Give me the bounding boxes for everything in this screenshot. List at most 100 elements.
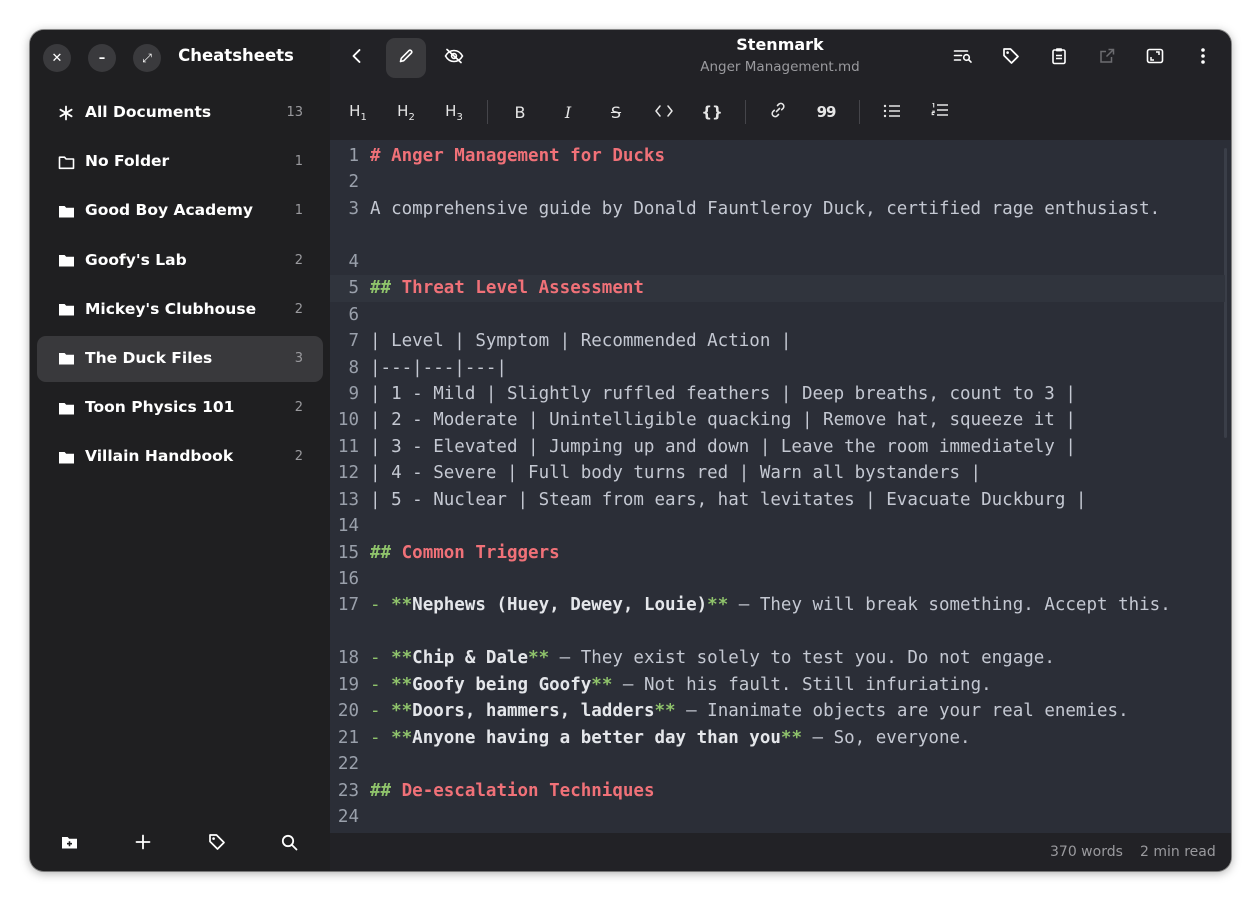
- editor-content[interactable]: 1 # Anger Management for Ducks 2 3 A compreh…: [330, 143, 1225, 830]
- quote-button[interactable]: 99: [810, 96, 842, 128]
- line-number: 12: [337, 463, 359, 484]
- heading-2-text: Common Triggers: [401, 542, 560, 563]
- sidebar-item-count: 13: [286, 105, 303, 120]
- editor-line[interactable]: 4: [330, 249, 1225, 275]
- numbered-list-icon: [931, 102, 949, 122]
- line-text: | 4 - Severe | Full body turns red | War…: [370, 460, 981, 486]
- bold-text: Doors, hammers, ladders: [412, 701, 655, 722]
- editor-line[interactable]: 3 A comprehensive guide by Donald Fauntle…: [330, 196, 1225, 249]
- editor-line[interactable]: 11 | 3 - Elevated | Jumping up and down |…: [330, 434, 1225, 460]
- edit-mode-button[interactable]: [386, 38, 426, 78]
- editor-line[interactable]: 12 | 4 - Severe | Full body turns red | W…: [330, 460, 1225, 486]
- copy-button[interactable]: [1039, 38, 1079, 78]
- sidebar-item-count: 2: [294, 252, 303, 268]
- heading-marker: ##: [370, 278, 392, 299]
- line-number: 22: [337, 754, 359, 775]
- preview-toggle-button[interactable]: [434, 38, 474, 78]
- paragraph-text: | 3 - Elevated | Jumping up and down | L…: [370, 436, 1076, 457]
- inline-code-button[interactable]: [648, 96, 680, 128]
- strikethrough-button[interactable]: S: [600, 96, 632, 128]
- pencil-icon: [398, 48, 414, 68]
- new-document-button[interactable]: [132, 833, 154, 855]
- paragraph-text: A comprehensive guide by Donald Fauntler…: [370, 198, 1161, 219]
- bullet-list-icon: [883, 103, 901, 122]
- plus-icon: [135, 834, 151, 854]
- find-replace-icon: [953, 48, 973, 68]
- line-text: ## Threat Level Assessment: [370, 275, 644, 301]
- editor-line[interactable]: 15 ## Common Triggers: [330, 540, 1225, 566]
- italic-button[interactable]: I: [552, 96, 584, 128]
- header-bar: Stenmark Anger Management.md: [330, 30, 1231, 86]
- tags-button[interactable]: [206, 833, 228, 855]
- bold-text: Nephews (Huey, Dewey, Louie): [412, 595, 708, 616]
- editor-line[interactable]: 6: [330, 302, 1225, 328]
- folder-list: All Documents 13 No Folder 1 Good Boy Ac…: [37, 90, 323, 484]
- editor-line[interactable]: 18 - **Chip & Dale** — They exist solely …: [330, 645, 1225, 671]
- editor-line[interactable]: 9 | 1 - Mild | Slightly ruffled feathers …: [330, 381, 1225, 407]
- editor-line[interactable]: 24: [330, 804, 1225, 830]
- clipboard-icon: [1051, 47, 1067, 69]
- search-button[interactable]: [278, 833, 300, 855]
- editor-line[interactable]: 20 - **Doors, hammers, ladders** — Inanim…: [330, 698, 1225, 724]
- editor-line[interactable]: 1 # Anger Management for Ducks: [330, 143, 1225, 169]
- bold-icon: B: [514, 102, 526, 122]
- maximize-button[interactable]: ⤢: [133, 44, 161, 72]
- line-text: ## Common Triggers: [370, 540, 560, 566]
- back-button[interactable]: [337, 38, 377, 78]
- editor-line[interactable]: 22: [330, 751, 1225, 777]
- sidebar-item-good-boy-academy[interactable]: Good Boy Academy 1: [37, 188, 323, 234]
- minimize-button[interactable]: –: [88, 44, 116, 72]
- code-block-icon: {}: [701, 103, 723, 121]
- back-icon: [350, 48, 364, 68]
- new-folder-button[interactable]: [58, 833, 80, 855]
- numbered-list-button[interactable]: [924, 96, 956, 128]
- line-number: 19: [337, 674, 359, 695]
- find-replace-button[interactable]: [943, 38, 983, 78]
- sidebar-item-all-documents[interactable]: All Documents 13: [37, 90, 323, 136]
- editor-line[interactable]: 19 - **Goofy being Goofy** — Not his faul…: [330, 672, 1225, 698]
- heading-1-glyph: H: [349, 101, 361, 120]
- editor-line[interactable]: 17 - **Nephews (Huey, Dewey, Louie)** — T…: [330, 592, 1225, 645]
- editor-line[interactable]: 23 ## De-escalation Techniques: [330, 778, 1225, 804]
- markdown-editor[interactable]: 1 # Anger Management for Ducks 2 3 A compreh…: [330, 140, 1231, 833]
- sidebar-item-label: No Folder: [85, 152, 170, 171]
- editor-line[interactable]: 8 |---|---|---|: [330, 355, 1225, 381]
- paragraph-text: | 1 - Mild | Slightly ruffled feathers |…: [370, 383, 1076, 404]
- menu-icon: [1200, 47, 1206, 69]
- editor-line[interactable]: 10 | 2 - Moderate | Unintelligible quacki…: [330, 407, 1225, 433]
- heading-2-button[interactable]: H2: [390, 96, 422, 128]
- sidebar-item-the-duck-files[interactable]: The Duck Files 3: [37, 335, 323, 382]
- bullet-list-button[interactable]: [876, 96, 908, 128]
- editor-line[interactable]: 21 - **Anyone having a better day than yo…: [330, 725, 1225, 751]
- sidebar-item-villain-handbook[interactable]: Villain Handbook 2: [37, 434, 323, 480]
- line-text: | Level | Symptom | Recommended Action |: [370, 328, 791, 354]
- editor-line[interactable]: 2: [330, 169, 1225, 195]
- heading-3-level: 3: [456, 111, 463, 123]
- sidebar-item-goofys-lab[interactable]: Goofy's Lab 2: [37, 238, 323, 284]
- fullscreen-button[interactable]: [1135, 38, 1175, 78]
- editor-line[interactable]: 7 | Level | Symptom | Recommended Action …: [330, 328, 1225, 354]
- sidebar-item-mickeys-clubhouse[interactable]: Mickey's Clubhouse 2: [37, 287, 323, 333]
- quote-icon: 99: [816, 103, 837, 121]
- line-text: - **Goofy being Goofy** — Not his fault.…: [370, 674, 992, 695]
- heading-3-button[interactable]: H3: [438, 96, 470, 128]
- sidebar-item-toon-physics-101[interactable]: Toon Physics 101 2: [37, 385, 323, 431]
- line-text: | 1 - Mild | Slightly ruffled feathers |…: [370, 381, 1076, 407]
- line-text: - **Chip & Dale** — They exist solely to…: [370, 648, 1055, 669]
- sidebar-item-count: 2: [294, 400, 303, 416]
- editor-line[interactable]: 13 | 5 - Nuclear | Steam from ears, hat l…: [330, 487, 1225, 513]
- export-button[interactable]: [1087, 38, 1127, 78]
- link-button[interactable]: [762, 96, 794, 128]
- heading-1-button[interactable]: H1: [342, 96, 374, 128]
- editor-line[interactable]: 14: [330, 513, 1225, 539]
- bold-button[interactable]: B: [504, 96, 536, 128]
- editor-line[interactable]: 16: [330, 566, 1225, 592]
- line-number: 23: [337, 780, 359, 801]
- code-block-button[interactable]: {}: [696, 96, 728, 128]
- document-tags-button[interactable]: [991, 38, 1031, 78]
- sidebar-item-no-folder[interactable]: No Folder 1: [37, 139, 323, 185]
- close-button[interactable]: ✕: [43, 44, 71, 72]
- main-menu-button[interactable]: [1183, 38, 1223, 78]
- editor-line[interactable]: 5 ## Threat Level Assessment: [330, 275, 1225, 302]
- list-item-text: — They will break something. Accept this…: [728, 595, 1171, 616]
